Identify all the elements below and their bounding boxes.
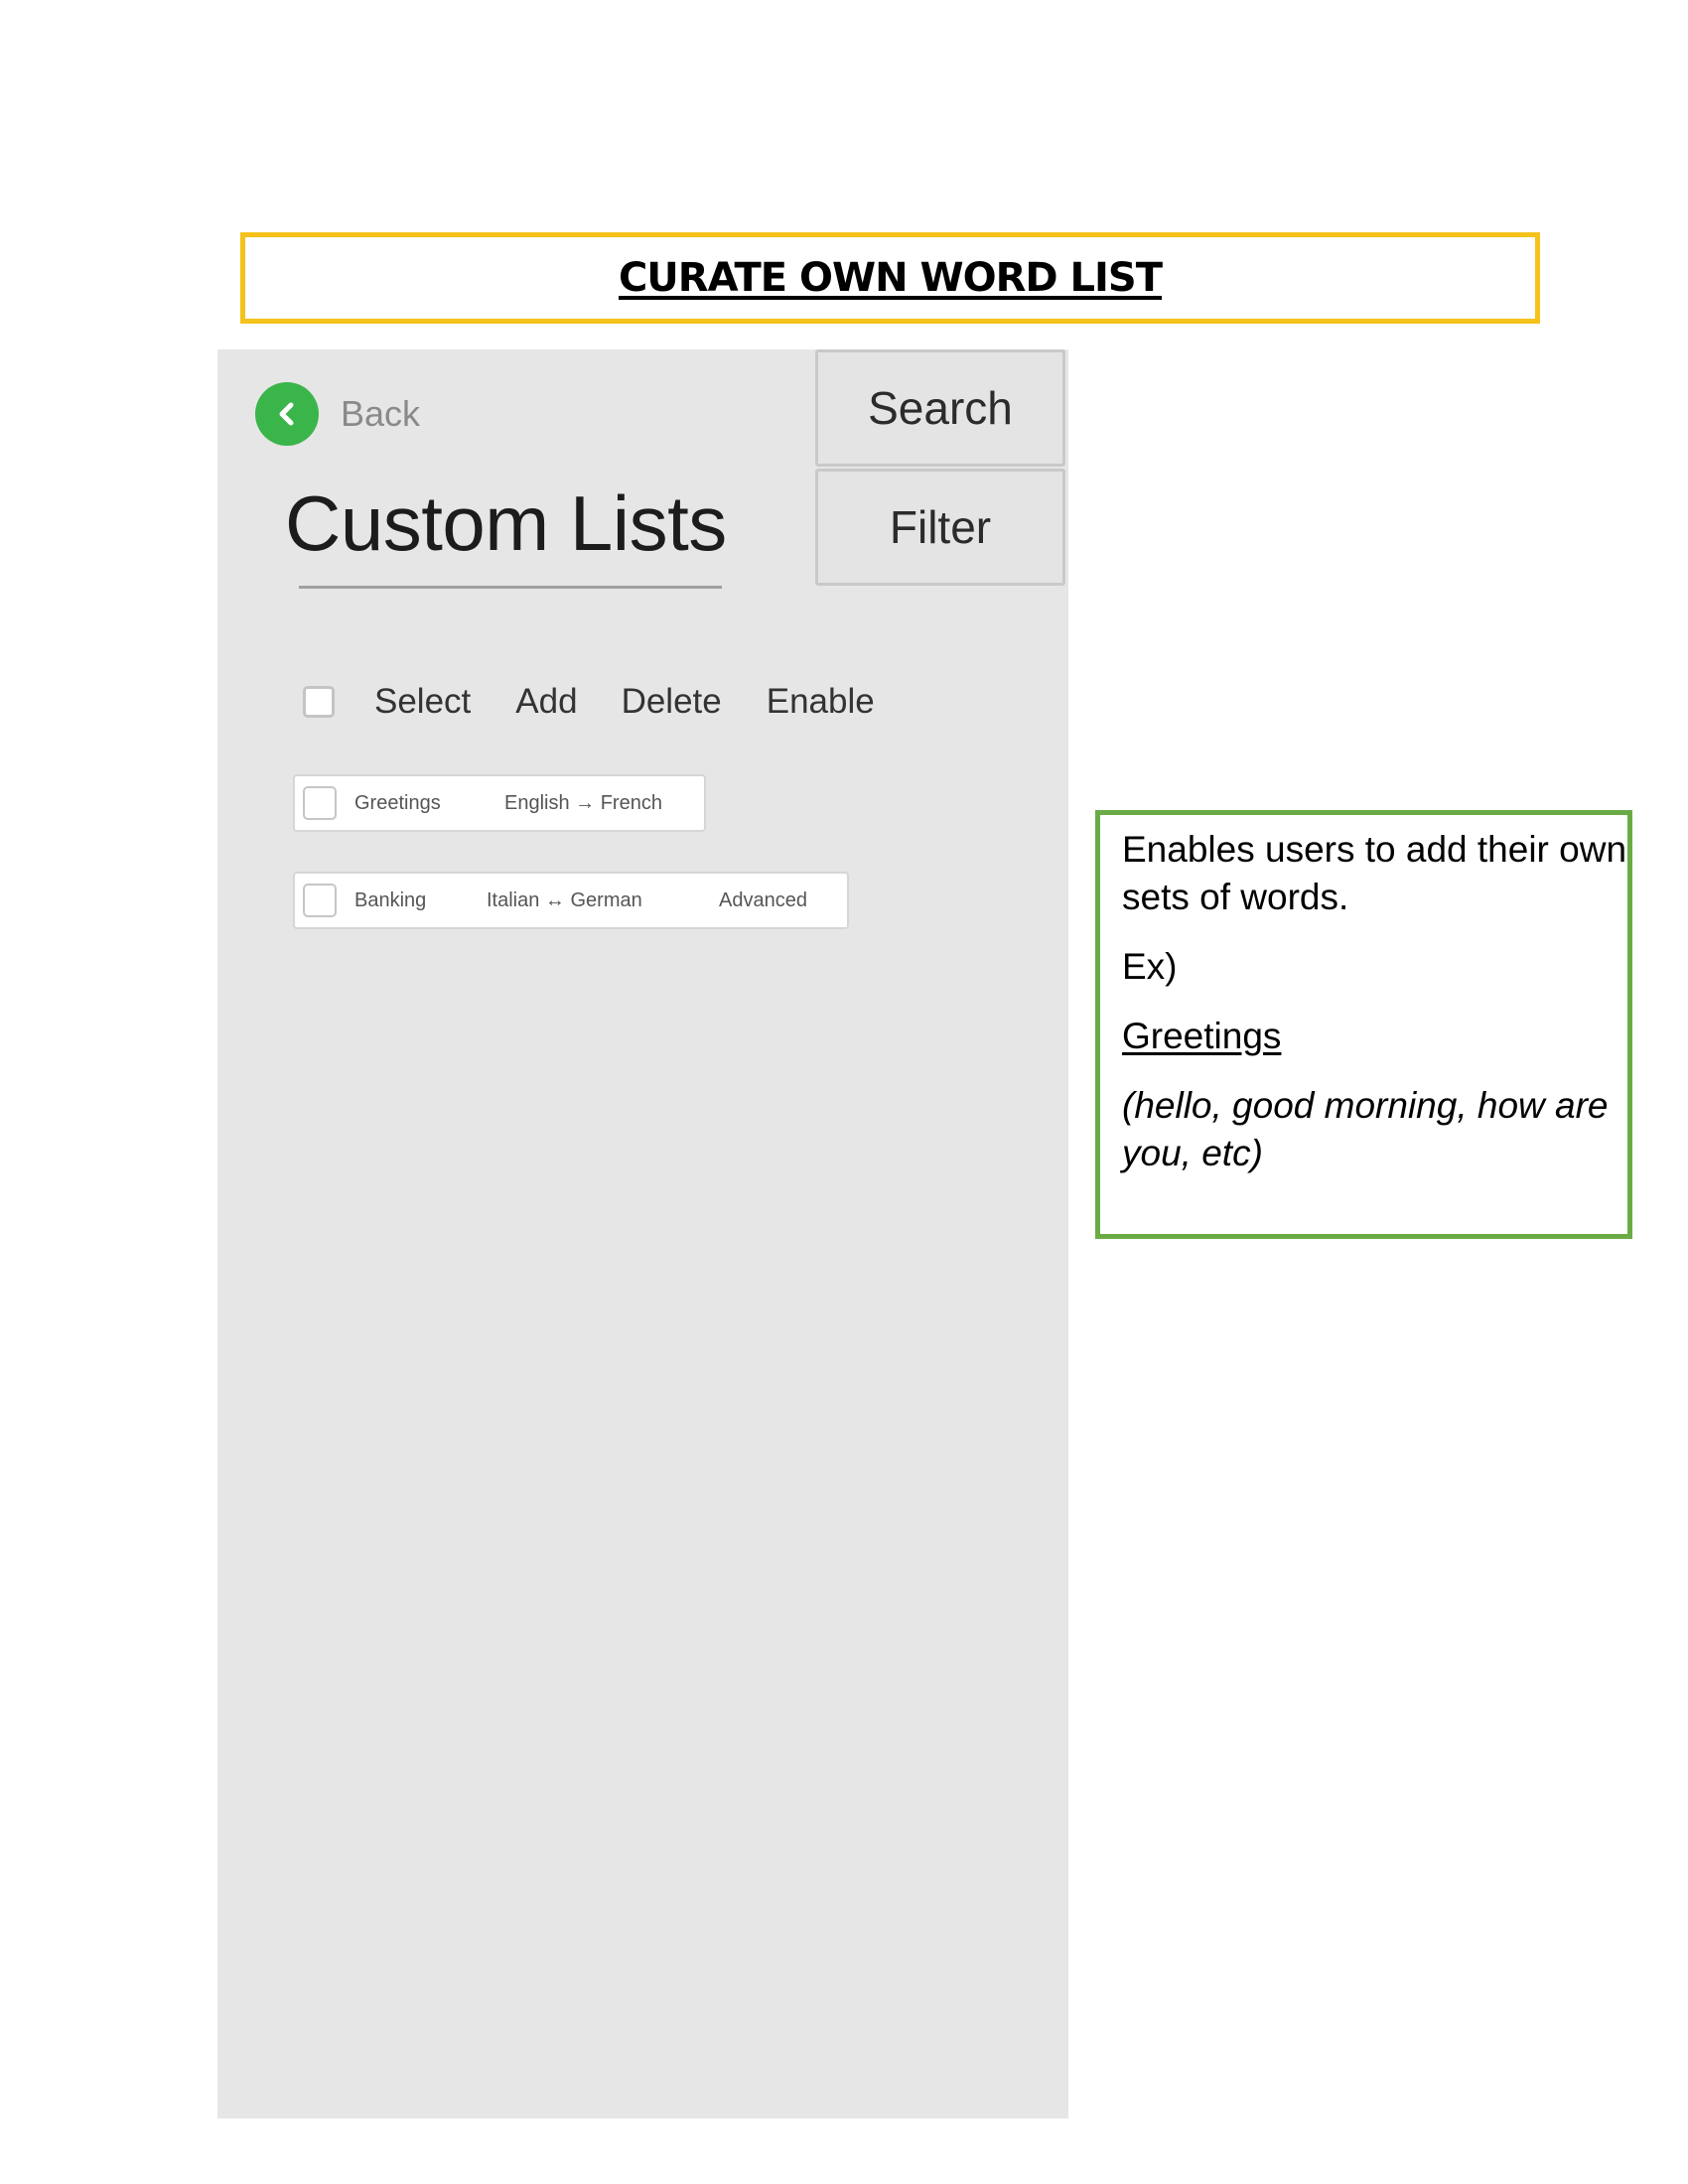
select-button[interactable]: Select xyxy=(374,682,471,722)
select-all-checkbox[interactable] xyxy=(303,686,335,718)
back-label: Back xyxy=(341,393,421,434)
delete-button[interactable]: Delete xyxy=(622,682,722,722)
list-item-checkbox[interactable] xyxy=(303,884,337,917)
difficulty-level: Advanced xyxy=(719,888,807,911)
annotation-example-prefix: Ex) xyxy=(1122,946,1178,987)
language-pair: Italian ↔ German xyxy=(487,888,642,911)
title-divider xyxy=(299,586,722,589)
chevron-left-icon xyxy=(255,382,319,446)
filter-button[interactable]: Filter xyxy=(815,469,1065,586)
page-heading: CURATE OWN WORD LIST xyxy=(618,255,1163,301)
annotation-example-title: Greetings xyxy=(1122,1016,1282,1056)
list-name: Banking xyxy=(354,888,427,911)
search-button[interactable]: Search xyxy=(815,349,1065,467)
list-toolbar: Select Add Delete Enable xyxy=(303,682,875,722)
app-screen: Back Custom Lists Search Filter Select A… xyxy=(217,349,1068,2118)
back-button[interactable]: Back xyxy=(255,382,420,446)
annotation-description: Enables users to add their own sets of w… xyxy=(1122,829,1627,917)
list-item[interactable]: Banking Italian ↔ German Advanced xyxy=(293,872,849,929)
enable-button[interactable]: Enable xyxy=(767,682,875,722)
page-title: Custom Lists xyxy=(285,479,727,567)
annotation-box: Enables users to add their own sets of w… xyxy=(1095,810,1632,1239)
list-item-checkbox[interactable] xyxy=(303,786,337,820)
add-button[interactable]: Add xyxy=(515,682,577,722)
title-banner: CURATE OWN WORD LIST xyxy=(240,232,1540,324)
annotation-example-words: (hello, good morning, how are you, etc) xyxy=(1122,1085,1609,1173)
list-name: Greetings xyxy=(354,791,441,814)
list-item[interactable]: Greetings English → French xyxy=(293,774,706,832)
language-pair: English → French xyxy=(504,791,662,814)
